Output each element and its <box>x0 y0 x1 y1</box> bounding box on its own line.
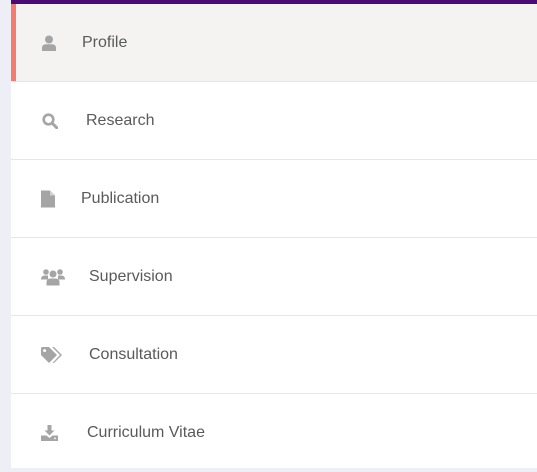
menu-item-label: Publication <box>81 189 160 207</box>
menu-item-curriculum-vitae[interactable]: Curriculum Vitae <box>11 394 537 472</box>
menu-item-label: Research <box>86 111 155 129</box>
menu-item-research[interactable]: Research <box>11 82 537 160</box>
menu-item-label: Profile <box>82 33 128 51</box>
menu-item-consultation[interactable]: Consultation <box>11 316 537 394</box>
active-indicator <box>11 4 16 81</box>
file-icon <box>41 190 55 207</box>
menu-item-label: Curriculum Vitae <box>87 424 205 441</box>
download-icon <box>41 425 58 441</box>
user-icon <box>42 35 56 51</box>
menu-item-publication[interactable]: Publication <box>11 160 537 238</box>
tags-icon <box>41 346 62 363</box>
users-icon <box>41 268 65 285</box>
menu-item-label: Supervision <box>89 267 173 285</box>
menu-item-supervision[interactable]: Supervision <box>11 238 537 316</box>
menu-item-profile[interactable]: Profile <box>11 4 537 82</box>
menu-item-label: Consultation <box>89 345 178 363</box>
search-icon <box>42 112 58 129</box>
sidebar-menu: Profile Research Publication Supervision <box>11 4 537 468</box>
